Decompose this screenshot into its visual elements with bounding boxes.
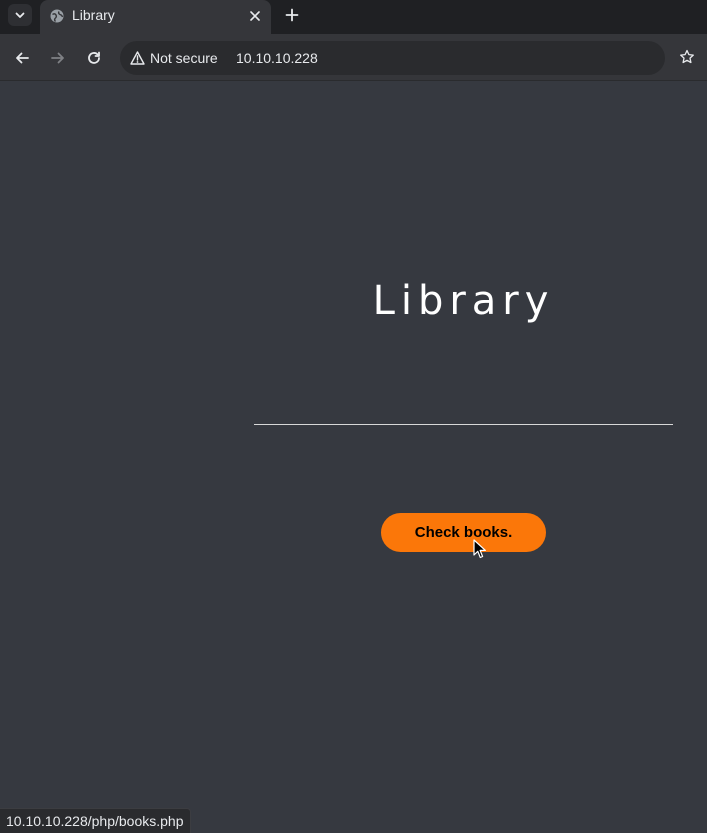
security-chip[interactable]: Not secure bbox=[126, 46, 226, 70]
tab-search-button[interactable] bbox=[8, 4, 32, 26]
security-label: Not secure bbox=[150, 50, 218, 66]
star-icon bbox=[680, 49, 694, 64]
address-bar[interactable]: Not secure 10.10.10.228 bbox=[120, 41, 665, 75]
globe-icon bbox=[50, 9, 64, 23]
tab-strip: Library bbox=[0, 0, 707, 34]
warning-icon bbox=[130, 51, 145, 65]
close-tab-button[interactable] bbox=[247, 8, 263, 24]
reload-button[interactable] bbox=[82, 46, 106, 70]
check-books-button[interactable]: Check books. bbox=[381, 513, 546, 552]
browser-tab[interactable]: Library bbox=[40, 0, 271, 34]
reload-icon bbox=[88, 51, 100, 64]
tab-title: Library bbox=[72, 7, 115, 23]
browser-toolbar: Not secure 10.10.10.228 bbox=[0, 34, 707, 81]
back-button[interactable] bbox=[10, 46, 34, 70]
plus-icon bbox=[285, 8, 299, 22]
url-text[interactable]: 10.10.10.228 bbox=[236, 50, 318, 66]
mouse-cursor-icon bbox=[473, 539, 486, 559]
bookmark-button[interactable] bbox=[676, 46, 698, 68]
new-tab-button[interactable] bbox=[281, 4, 303, 26]
close-icon bbox=[250, 11, 260, 21]
status-url-bubble: 10.10.10.228/php/books.php bbox=[0, 808, 191, 833]
forward-button[interactable] bbox=[46, 46, 70, 70]
divider bbox=[254, 424, 673, 425]
arrow-left-icon bbox=[16, 52, 29, 64]
page-content: Library Check books. bbox=[0, 82, 707, 833]
page-title: Library bbox=[372, 278, 555, 324]
chevron-down-icon bbox=[15, 12, 25, 18]
arrow-right-icon bbox=[51, 52, 64, 64]
